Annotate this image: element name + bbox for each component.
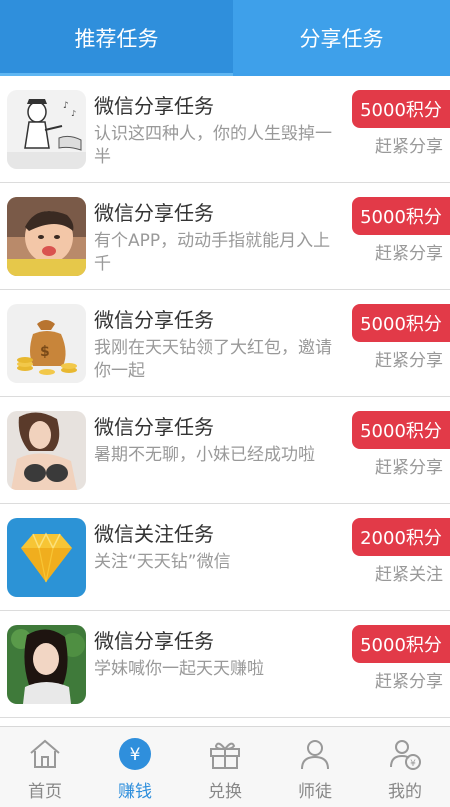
user-wallet-icon: ¥ bbox=[388, 737, 422, 771]
nav-label: 师徒 bbox=[298, 782, 332, 802]
share-action-link[interactable]: 赶紧分享 bbox=[375, 346, 443, 371]
tab-share-tasks[interactable]: 分享任务 bbox=[233, 0, 450, 76]
people-icon bbox=[298, 737, 332, 771]
nav-earn[interactable]: ¥ 赚钱 bbox=[90, 727, 180, 807]
task-description: 认识这四种人，你的人生毁掉一半 bbox=[94, 124, 332, 167]
share-action-link[interactable]: 赶紧分享 bbox=[375, 132, 443, 157]
share-action-link[interactable]: 赶紧分享 bbox=[375, 453, 443, 478]
nav-label: 兑换 bbox=[208, 782, 242, 802]
tab-recommended-tasks[interactable]: 推荐任务 bbox=[0, 0, 233, 76]
task-tabs: 推荐任务 分享任务 bbox=[0, 0, 450, 76]
points-badge: 5000积分 bbox=[352, 197, 450, 235]
gift-icon bbox=[208, 737, 242, 771]
child-photo bbox=[7, 197, 86, 276]
share-action-link[interactable]: 赶紧分享 bbox=[375, 239, 443, 264]
follow-action-link[interactable]: 赶紧关注 bbox=[375, 560, 443, 585]
task-item[interactable]: 微信分享任务 暑期不无聊，小妹已经成功啦 5000积分 赶紧分享 bbox=[0, 397, 450, 504]
svg-text:¥: ¥ bbox=[410, 759, 416, 769]
task-title: 微信分享任务 bbox=[94, 629, 214, 653]
nav-home[interactable]: 首页 bbox=[0, 727, 90, 807]
task-item[interactable]: $ 微信分享任务 我刚在天天钻领了大红包，邀请你一起 5000积分 赶紧分享 bbox=[0, 290, 450, 397]
svg-text:¥: ¥ bbox=[130, 745, 141, 765]
girl-photo bbox=[7, 625, 86, 704]
nav-mine[interactable]: ¥ 我的 bbox=[360, 727, 450, 807]
share-action-link[interactable]: 赶紧分享 bbox=[375, 667, 443, 692]
task-title: 微信分享任务 bbox=[94, 308, 214, 332]
svg-text:$: $ bbox=[40, 344, 50, 360]
task-description: 学妹喊你一起天天赚啦 bbox=[94, 659, 264, 679]
diamond-logo bbox=[7, 518, 86, 597]
task-list: ♪ ♪ 微信分享任务 认识这四种人，你的人生毁掉一半 5000积分 赶紧分享 微… bbox=[0, 76, 450, 718]
money-bag-icon: $ bbox=[7, 304, 86, 383]
yuan-coin-icon: ¥ bbox=[118, 737, 152, 771]
nav-label: 首页 bbox=[28, 782, 62, 802]
task-item[interactable]: 微信分享任务 有个APP，动动手指就能月入上千 5000积分 赶紧分享 bbox=[0, 183, 450, 290]
task-description: 有个APP，动动手指就能月入上千 bbox=[94, 231, 331, 274]
task-description: 暑期不无聊，小妹已经成功啦 bbox=[94, 445, 315, 465]
nav-label: 赚钱 bbox=[118, 782, 152, 802]
points-badge: 5000积分 bbox=[352, 90, 450, 128]
woman-photo bbox=[7, 411, 86, 490]
task-description: 关注“天天钻”微信 bbox=[94, 552, 231, 572]
task-title: 微信分享任务 bbox=[94, 201, 214, 225]
task-title: 微信分享任务 bbox=[94, 415, 214, 439]
home-icon bbox=[28, 737, 62, 771]
task-description: 我刚在天天钻领了大红包，邀请你一起 bbox=[94, 338, 332, 381]
task-item[interactable]: ♪ ♪ 微信分享任务 认识这四种人，你的人生毁掉一半 5000积分 赶紧分享 bbox=[0, 76, 450, 183]
bottom-navigation: 首页 ¥ 赚钱 兑换 师徒 ¥ 我的 bbox=[0, 726, 450, 807]
points-badge: 5000积分 bbox=[352, 625, 450, 663]
task-title: 微信关注任务 bbox=[94, 522, 214, 546]
task-item[interactable]: 微信分享任务 学妹喊你一起天天赚啦 5000积分 赶紧分享 bbox=[0, 611, 450, 718]
points-badge: 2000积分 bbox=[352, 518, 450, 556]
points-badge: 5000积分 bbox=[352, 411, 450, 449]
nav-mentor[interactable]: 师徒 bbox=[270, 727, 360, 807]
svg-text:♪: ♪ bbox=[63, 101, 69, 111]
cartoon-handshake-image: ♪ ♪ bbox=[7, 90, 86, 169]
svg-text:♪: ♪ bbox=[71, 109, 76, 118]
task-item[interactable]: 微信关注任务 关注“天天钻”微信 2000积分 赶紧关注 bbox=[0, 504, 450, 611]
nav-label: 我的 bbox=[388, 782, 422, 802]
nav-exchange[interactable]: 兑换 bbox=[180, 727, 270, 807]
points-badge: 5000积分 bbox=[352, 304, 450, 342]
task-title: 微信分享任务 bbox=[94, 94, 214, 118]
